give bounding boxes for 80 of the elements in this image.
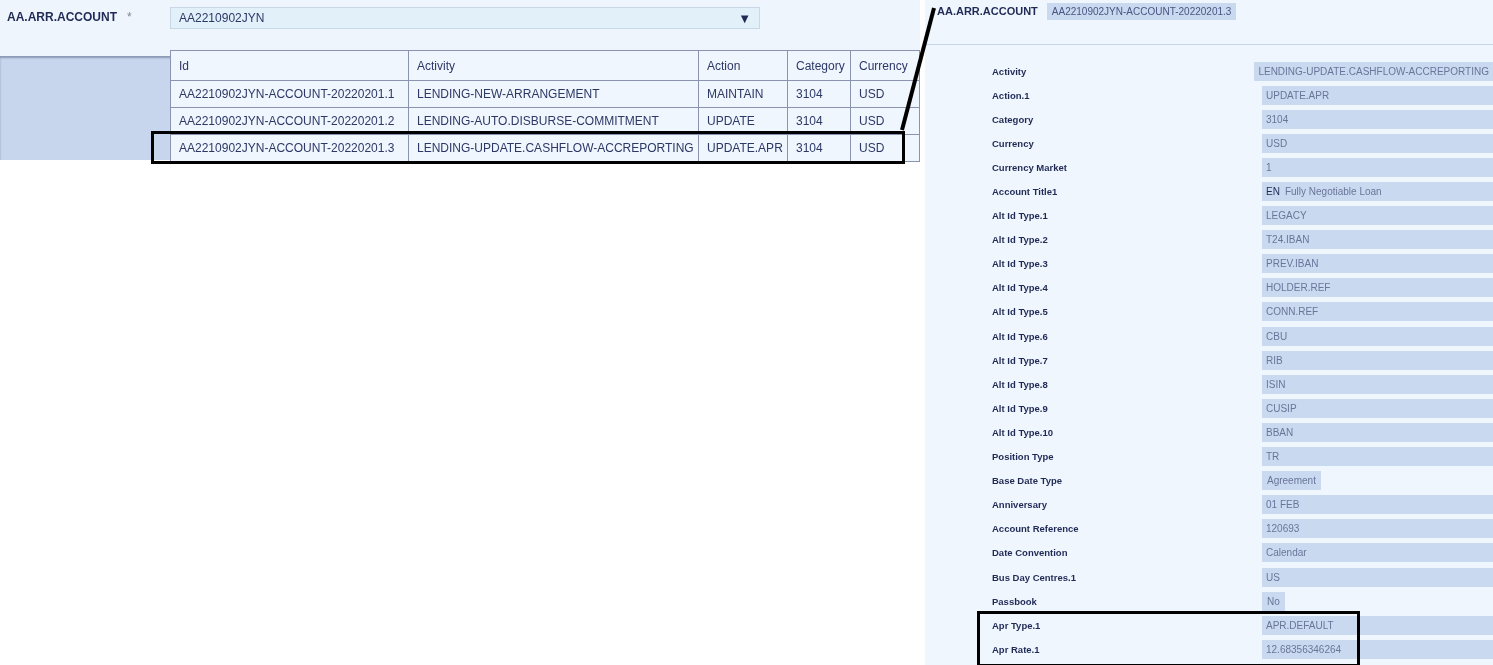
field-label: Alt Id Type.7 [991,354,1049,366]
field-label: Action.1 [991,89,1031,101]
field-label: AA.ARR.ACCOUNT [7,10,118,24]
field-value: 01 FEB [1262,495,1493,515]
field-label: Currency Market [991,161,1068,173]
field-value: LENDING-UPDATE.CASHFLOW-ACCREPORTING [1254,61,1493,81]
field-label: Currency [991,137,1035,149]
field-value: USD [1262,133,1493,153]
field-label: Alt Id Type.8 [991,378,1049,390]
field-value: T24.IBAN [1262,230,1493,250]
column-header: Activity [408,51,698,80]
table-cell: LENDING-NEW-ARRANGEMENT [408,81,698,107]
field-label: Apr Type.1 [991,619,1042,631]
table-cell: USD [850,81,919,107]
field-label: Alt Id Type.6 [991,330,1049,342]
field-value: HOLDER.REF [1262,278,1493,298]
field-label: Alt Id Type.10 [991,426,1055,438]
field-value: LEGACY [1262,206,1493,226]
field-label: Alt Id Type.3 [991,258,1049,270]
field-value: Calendar [1262,543,1493,563]
field-value: TR [1262,447,1493,467]
column-header: Action [698,51,787,80]
field-label: Position Type [991,451,1055,463]
field-label: Category [991,113,1035,125]
table-cell: UPDATE [698,108,787,134]
field-label: Bus Day Centres.1 [991,571,1077,583]
required-mark: * [127,10,133,24]
language-tag: EN [1266,186,1280,197]
field-value: 3104 [1262,109,1493,129]
table-cell: USD [850,135,919,161]
field-label: Account Reference [991,523,1080,535]
field-value: CUSIP [1262,398,1493,418]
table-row[interactable]: AA2210902JYN-ACCOUNT-20220201.2 LENDING-AUTO.DISBURSE-COMMITMENT UPDATE 3104 USD [171,107,919,134]
field-label: Account Title1 [991,186,1059,197]
table-cell: LENDING-AUTO.DISBURSE-COMMITMENT [408,108,698,134]
field-value: ISIN [1262,374,1493,394]
field-label: Date Convention [991,547,1069,559]
column-header: Category [787,51,850,80]
field-label: Alt Id Type.1 [991,210,1049,222]
table-row[interactable]: AA2210902JYN-ACCOUNT-20220201.3 LENDING-UPDATE.CASHFLOW-ACCREPORTING UPDATE.APR 3104 USD [171,134,919,161]
column-header: Id [178,57,190,75]
field-value: CONN.REF [1262,302,1493,322]
field-value: RIB [1262,350,1493,370]
record-label: AA.ARR.ACCOUNT [937,5,1038,17]
field-label: Alt Id Type.2 [991,234,1049,246]
field-value: UPDATE.APR [1262,85,1493,105]
column-header: Currency [850,51,919,80]
table-cell: LENDING-UPDATE.CASHFLOW-ACCREPORTING [408,135,698,161]
field-value: No [1262,591,1285,611]
field-label: Apr Rate.1 [991,643,1041,655]
table-cell-text: AA2210902JYN-ACCOUNT-20220201.3 [178,140,396,157]
caret-icon: ▼ [738,10,751,26]
field-label: Alt Id Type.4 [991,282,1049,294]
table-cell-text: AA2210902JYN-ACCOUNT-20220201.1 [178,86,396,103]
field-label: Passbook [991,595,1038,607]
table-cell: 3104 [787,81,850,107]
field-value: US [1262,567,1493,587]
field-value: Agreement [1262,471,1321,491]
field-value: 12.68356346264 [1262,639,1493,659]
table-cell: MAINTAIN [698,81,787,107]
field-label: Alt Id Type.5 [991,306,1049,318]
record-id: AA2210902JYN-ACCOUNT-20220201.3 [1046,3,1237,20]
field-label: Anniversary [991,499,1048,511]
field-value: BBAN [1262,422,1493,442]
field-label: Base Date Type [991,475,1064,487]
field-value: CBU [1262,326,1493,346]
field-value: PREV.IBAN [1262,254,1493,274]
table-cell: UPDATE.APR [698,135,787,161]
field-value: 1 [1262,157,1493,177]
table-cell: 3104 [787,135,850,161]
field-label: Activity [991,65,1028,77]
account-dropdown[interactable]: AA2210902JYN ▼ [170,7,760,29]
table-cell: USD [850,108,919,134]
table-row[interactable]: AA2210902JYN-ACCOUNT-20220201.1 LENDING-NEW-ARRANGEMENT MAINTAIN 3104 USD [171,80,919,107]
field-value: APR.DEFAULT [1262,615,1493,635]
table-cell: 3104 [787,108,850,134]
field-value: EN Fully Negotiable Loan [1262,182,1493,201]
field-label: Alt Id Type.9 [991,402,1049,414]
table-cell-text: AA2210902JYN-ACCOUNT-20220201.2 [178,113,396,130]
field-value: 120693 [1262,519,1493,539]
